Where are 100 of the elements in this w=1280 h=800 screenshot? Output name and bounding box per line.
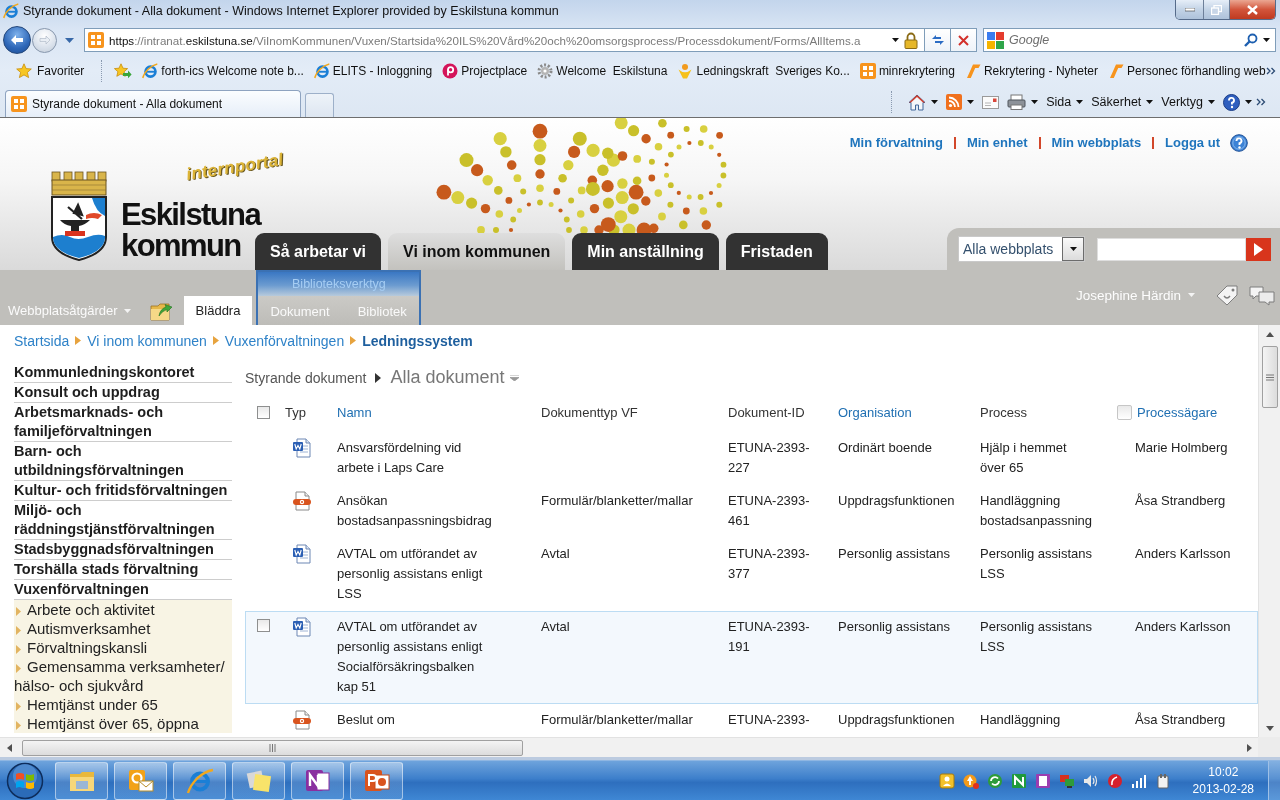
menu-button[interactable]: Säkerhet — [1087, 95, 1158, 109]
breadcrumb-link[interactable]: Startsida — [14, 332, 70, 349]
favorites-link[interactable]: Rekrytering - Nyheter — [964, 63, 1098, 79]
caret-icon[interactable] — [1263, 38, 1270, 42]
nav-heading-link[interactable]: Kommunledningskontoret — [14, 363, 232, 383]
scope-select[interactable]: Alla webbplats — [958, 236, 1085, 262]
arrow-right-icon[interactable] — [1245, 742, 1253, 753]
scrollbar-thumb[interactable] — [1261, 346, 1278, 408]
dropdown-button[interactable] — [1062, 237, 1084, 261]
chevron-icon[interactable] — [1256, 98, 1266, 106]
column-header[interactable]: Organisation — [838, 405, 912, 420]
breadcrumb-link[interactable]: Vuxenförvaltningen — [224, 332, 345, 349]
network-icon[interactable] — [1058, 772, 1075, 789]
table-row[interactable]: AVTAL om utförandet av personlig assistans enligt Socialförsäkringsbalken kap 51 Avtal ETUNA-2393-191 Personlig assistans Personlig assistans LSS Anders Karlsson — [245, 611, 1258, 704]
sync-icon[interactable] — [986, 772, 1003, 789]
top-link[interactable]: Logga ut — [1165, 135, 1220, 150]
table-row[interactable]: Beslut om Formulär/blanketter/mallar ETUNA-2393- Uppdragsfunktionen Handläggning Åsa Strandberg — [245, 704, 1258, 737]
nav-tab[interactable]: Min anställning — [572, 233, 719, 270]
nav-heading-link[interactable]: Miljö- och räddningstjänstförvaltningen — [14, 501, 232, 540]
nav-link[interactable]: Hemtjänst över 65, öppna — [14, 714, 232, 733]
document-link[interactable]: Ansökan bostadsanpassningsbidrag — [337, 491, 495, 531]
favorites-link[interactable]: minrekrytering — [859, 63, 955, 79]
start-button[interactable] — [4, 761, 46, 800]
nav-link[interactable]: Förvaltningskansli — [14, 638, 232, 657]
arrow-left-icon[interactable] — [5, 742, 13, 753]
favorites-link[interactable]: Personec förhandling web — [1107, 63, 1266, 79]
favorites-link[interactable]: Ledningskraft Sveriges Ko... — [677, 63, 850, 79]
scrollbar-thumb[interactable] — [22, 739, 523, 756]
document-link[interactable]: AVTAL om utförandet av personlig assistans enligt Socialförsäkringsbalken kap 51 — [337, 617, 495, 697]
tile-icon[interactable] — [1010, 772, 1027, 789]
nav-heading-link[interactable]: Konsult och uppdrag — [14, 383, 232, 403]
nav-heading-link[interactable]: Torshälla stads förvaltning — [14, 560, 232, 580]
arrow-up-icon[interactable] — [1264, 330, 1275, 338]
nav-tab[interactable]: Så arbetar vi — [255, 233, 382, 270]
star-arrow-icon[interactable] — [114, 63, 133, 79]
clock-time[interactable]: 10:02 — [1208, 763, 1239, 781]
taskbar-button[interactable] — [232, 761, 285, 800]
nav-link[interactable]: Gemensamma verksamheter/ hälso- och sjukvård — [14, 657, 232, 695]
chevron-icon[interactable] — [1265, 67, 1276, 75]
nav-heading-link[interactable]: Barn- och utbildningsförvaltningen — [14, 442, 232, 481]
nav-heading-link[interactable]: Stadsbyggnadsförvaltningen — [14, 540, 232, 560]
search-input[interactable] — [1097, 237, 1246, 261]
ribbon-tab[interactable]: Bläddra — [183, 296, 253, 325]
disc-icon[interactable] — [1106, 772, 1123, 789]
top-link[interactable]: Min enhet — [966, 135, 1028, 150]
menu-button[interactable]: Sida — [1042, 95, 1088, 109]
top-link[interactable]: Min webbplats — [1051, 135, 1142, 150]
nav-link[interactable]: Hemtjänst under 65 — [14, 695, 232, 714]
column-checkbox[interactable] — [1117, 405, 1132, 420]
lock-icon[interactable] — [904, 31, 918, 49]
document-link[interactable]: Ansvarsfördelning vid arbete i Laps Care — [337, 438, 495, 478]
select-all-checkbox[interactable] — [257, 406, 270, 419]
nav-tab[interactable]: Vi inom kommunen — [388, 233, 566, 270]
column-header[interactable]: Dokumenttyp VF — [541, 405, 638, 420]
person-icon[interactable] — [938, 772, 955, 789]
table-row[interactable]: Ansvarsfördelning vid arbete i Laps Care ETUNA-2393-227 Ordinärt boende Hjälp i hemmet över 65 Marie Holmberg — [245, 432, 1258, 485]
horizontal-scrollbar[interactable] — [0, 737, 1258, 757]
clipboard-icon[interactable] — [1154, 772, 1171, 789]
signal-icon[interactable] — [1130, 772, 1147, 789]
column-header[interactable]: Process — [980, 405, 1027, 420]
row-checkbox[interactable] — [257, 619, 270, 632]
search-field[interactable]: Google — [983, 28, 1276, 52]
breadcrumb-link[interactable]: Vi inom kommunen — [87, 332, 207, 349]
document-link[interactable]: Beslut om — [337, 710, 495, 730]
column-header[interactable]: Namn — [337, 405, 372, 420]
taskbar-button[interactable] — [291, 761, 344, 800]
column-header[interactable]: Dokument-ID — [728, 405, 805, 420]
taskbar-button[interactable] — [173, 761, 226, 800]
browser-tab[interactable]: Styrande dokument - Alla dokument — [5, 90, 301, 117]
notebook-icon[interactable] — [1034, 772, 1051, 789]
favorites-link[interactable]: ELITS - Inloggning — [313, 63, 433, 79]
nav-heading-link[interactable]: Arbetsmarknads- och familjeförvaltningen — [14, 403, 232, 442]
column-header[interactable]: Typ — [285, 405, 306, 420]
restore-button[interactable] — [1203, 0, 1229, 19]
search-button[interactable] — [1246, 237, 1271, 261]
notes-icon[interactable] — [1249, 284, 1275, 306]
folder-arrow-icon[interactable] — [149, 300, 173, 321]
tag-icon[interactable] — [1215, 284, 1239, 306]
nav-heading-link[interactable]: Kultur- och fritidsförvaltningen — [14, 481, 232, 501]
favorites-button[interactable]: Favoriter — [16, 63, 85, 79]
update-icon[interactable] — [962, 772, 979, 789]
top-link[interactable]: Min förvaltning — [849, 135, 943, 150]
vertical-scrollbar[interactable] — [1258, 325, 1280, 737]
help-icon[interactable] — [1230, 133, 1248, 152]
menu-button[interactable]: Verktyg — [1157, 95, 1219, 109]
view-menu[interactable]: Alla dokument — [390, 367, 520, 388]
stop-button[interactable] — [950, 28, 977, 52]
favorites-link[interactable]: forth-ics Welcome note b... — [142, 63, 304, 79]
arrow-down-icon[interactable] — [1264, 724, 1275, 732]
favorites-link[interactable]: Welcome Eskilstuna — [537, 63, 668, 79]
caret-icon[interactable] — [892, 38, 899, 42]
favorites-link[interactable]: Projectplace — [442, 63, 528, 79]
address-field[interactable]: https://intranat.eskilstuna.se/ViInomKommunen/Vuxen/Startsida%20ILS%20Vård%20och%20omsorgsprocess/Processdokument/Forms/AllItems.a — [84, 28, 925, 52]
table-row[interactable]: Ansökan bostadsanpassningsbidrag Formulär/blanketter/mallar ETUNA-2393-461 Uppdragsfunktionen Handläggning bostadsanpassning Åsa Strandberg — [245, 485, 1258, 538]
taskbar-button[interactable] — [350, 761, 403, 800]
breadcrumb-link[interactable]: Ledningssystem — [362, 332, 473, 349]
document-link[interactable]: AVTAL om utförandet av personlig assistans enligt LSS — [337, 544, 495, 604]
search-icon[interactable] — [1244, 33, 1258, 47]
close-button[interactable] — [1229, 0, 1275, 19]
list-name-link[interactable]: Styrande dokument — [245, 369, 367, 386]
